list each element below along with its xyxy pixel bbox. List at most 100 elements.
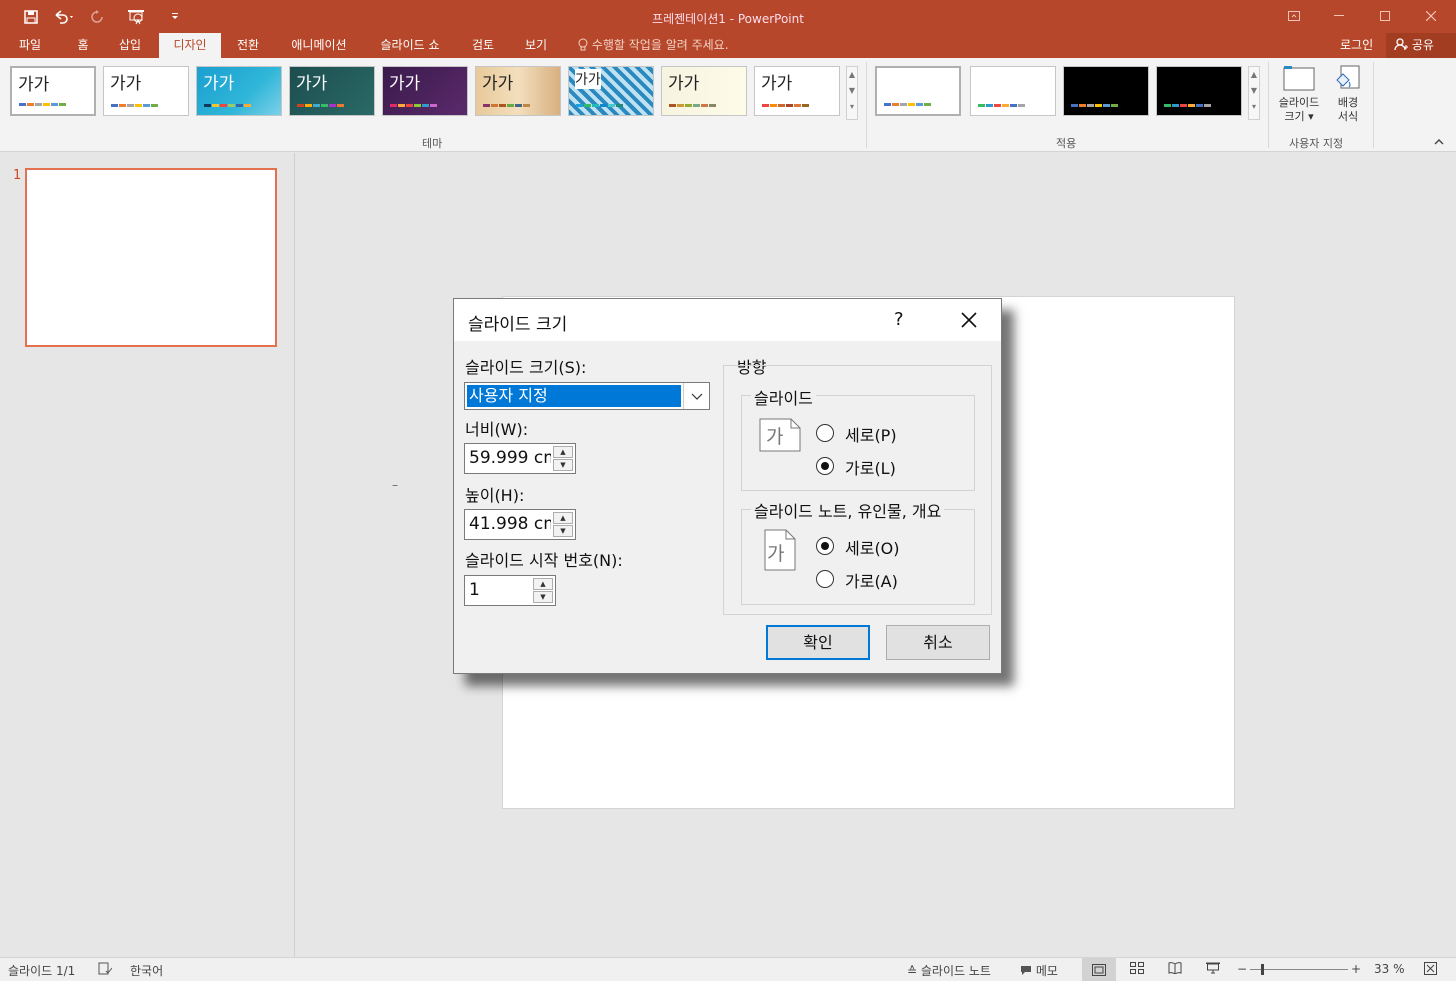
language-indicator[interactable]: 한국어	[130, 962, 163, 979]
theme-ion-boardroom[interactable]: 가가	[382, 66, 468, 116]
slide-counter: 슬라이드 1/1	[8, 964, 76, 978]
edit-area-marker: –	[392, 478, 398, 492]
collapse-ribbon-icon[interactable]	[1434, 134, 1444, 148]
variant-3[interactable]	[1063, 66, 1149, 116]
login-link[interactable]: 로그인	[1340, 33, 1373, 58]
zoom-level[interactable]: 33 %	[1374, 962, 1405, 976]
notes-landscape-label[interactable]: 가로(A)	[845, 568, 898, 592]
slide-number: 1	[13, 168, 22, 183]
cancel-button[interactable]: 취소	[886, 625, 990, 660]
theme-office-2[interactable]: 가가	[103, 66, 189, 116]
notes-portrait-radio[interactable]	[816, 537, 834, 555]
maximize-icon[interactable]	[1362, 6, 1408, 26]
slide-size-select[interactable]: 사용자 지정	[464, 382, 710, 410]
height-value: 41.998 cm	[469, 514, 551, 534]
theme-colors	[762, 104, 809, 107]
portrait-page-icon: 가	[764, 529, 796, 574]
reading-view-icon[interactable]	[1168, 962, 1182, 977]
theme-office[interactable]: 가가	[10, 66, 96, 116]
variant-2[interactable]	[970, 66, 1056, 116]
theme-thumb-text: 가가	[482, 74, 514, 94]
variant-1[interactable]	[875, 66, 961, 116]
tab-home[interactable]: 홈	[64, 33, 102, 58]
slide-sorter-icon[interactable]	[1130, 962, 1144, 977]
help-icon[interactable]: ?	[894, 309, 904, 330]
scroll-down-icon[interactable]: ▼	[847, 83, 857, 99]
variant-gallery-scroll[interactable]: ▲ ▼ ▾	[1248, 66, 1260, 120]
close-window-icon[interactable]	[1408, 6, 1454, 26]
variant-4[interactable]	[1156, 66, 1242, 116]
slides-portrait-radio[interactable]	[816, 424, 834, 442]
spin-down-icon[interactable]: ▼	[533, 591, 553, 603]
theme-facet[interactable]: 가가	[196, 66, 282, 116]
group-separator	[1373, 62, 1374, 148]
width-input[interactable]: 59.999 cm ▲ ▼	[464, 443, 576, 474]
start-number-input[interactable]: 1 ▲ ▼	[464, 575, 556, 606]
dialog-title: 슬라이드 크기	[468, 315, 568, 335]
zoom-slider-thumb[interactable]	[1261, 964, 1264, 975]
slide-thumbnail[interactable]	[25, 168, 277, 347]
slides-landscape-radio[interactable]	[816, 457, 834, 475]
slide-size-button[interactable]: 슬라이드 크기 ▾	[1275, 62, 1323, 124]
format-background-label-1: 배경	[1337, 96, 1359, 109]
slideshow-view-icon[interactable]	[1206, 962, 1220, 977]
theme-gallery-scroll[interactable]: ▲ ▼ ▾	[846, 66, 858, 120]
landscape-page-icon: 가	[759, 418, 801, 455]
slides-landscape-label[interactable]: 가로(L)	[845, 455, 896, 479]
theme-ion[interactable]: 가가	[289, 66, 375, 116]
theme-organic[interactable]: 가가	[475, 66, 561, 116]
fit-to-window-icon[interactable]	[1424, 962, 1437, 978]
spin-up-icon[interactable]: ▲	[533, 578, 553, 590]
window-title: 프레젠테이션1 - PowerPoint	[652, 12, 804, 26]
tab-review[interactable]: 검토	[462, 33, 504, 58]
normal-view-icon[interactable]	[1082, 958, 1116, 981]
gallery-more-icon[interactable]: ▾	[847, 99, 857, 115]
tab-file[interactable]: 파일	[8, 33, 52, 58]
notes-portrait-label[interactable]: 세로(O)	[845, 535, 900, 559]
height-input[interactable]: 41.998 cm ▲ ▼	[464, 509, 576, 540]
theme-colors	[390, 104, 437, 107]
theme-thumb-text: 가가	[18, 75, 50, 95]
share-button[interactable]: 공유	[1386, 33, 1456, 58]
ribbon-display-options-icon[interactable]	[1271, 6, 1317, 26]
notes-landscape-radio[interactable]	[816, 570, 834, 588]
tab-animations[interactable]: 애니메이션	[280, 33, 358, 58]
scroll-down-icon[interactable]: ▼	[1249, 83, 1259, 99]
slide-size-label-1: 슬라이드	[1278, 96, 1320, 109]
theme-group-label: 테마	[422, 137, 443, 150]
ok-button[interactable]: 확인	[766, 625, 870, 660]
close-icon[interactable]	[954, 307, 984, 333]
tell-me-box[interactable]: 수행할 작업을 알려 주세요.	[578, 33, 729, 58]
slides-pane: 1	[0, 153, 295, 957]
tab-insert[interactable]: 삽입	[108, 33, 152, 58]
tab-transitions[interactable]: 전환	[226, 33, 270, 58]
zoom-slider[interactable]	[1250, 964, 1348, 975]
tab-view[interactable]: 보기	[514, 33, 558, 58]
minimize-icon[interactable]	[1316, 6, 1362, 26]
spin-up-icon[interactable]: ▲	[553, 446, 573, 458]
spin-down-icon[interactable]: ▼	[553, 525, 573, 537]
comments-button[interactable]: 메모	[1020, 962, 1058, 979]
gallery-more-icon[interactable]: ▾	[1249, 99, 1259, 115]
theme-retrospect[interactable]: 가가	[568, 66, 654, 116]
chevron-down-icon[interactable]	[683, 383, 709, 409]
spin-down-icon[interactable]: ▼	[553, 459, 573, 471]
spell-check-icon[interactable]	[98, 962, 113, 978]
theme-slice[interactable]: 가가	[661, 66, 747, 116]
lightbulb-icon	[578, 38, 592, 52]
slides-portrait-label[interactable]: 세로(P)	[845, 422, 897, 446]
scroll-up-icon[interactable]: ▲	[1249, 67, 1259, 83]
scroll-up-icon[interactable]: ▲	[847, 67, 857, 83]
zoom-out-icon[interactable]: −	[1237, 962, 1247, 976]
tab-design[interactable]: 디자인	[159, 33, 221, 58]
slide-size-label-2: 크기 ▾	[1284, 110, 1314, 123]
zoom-in-icon[interactable]: +	[1351, 962, 1361, 976]
theme-wisp[interactable]: 가가	[754, 66, 840, 116]
theme-colors	[204, 104, 251, 107]
tab-slideshow[interactable]: 슬라이드 쇼	[368, 33, 452, 58]
spin-up-icon[interactable]: ▲	[553, 512, 573, 524]
width-value: 59.999 cm	[469, 448, 551, 468]
width-label: 너비(W):	[465, 420, 529, 439]
format-background-button[interactable]: 배경 서식	[1324, 62, 1372, 124]
notes-button[interactable]: ≙ 슬라이드 노트	[907, 962, 991, 979]
